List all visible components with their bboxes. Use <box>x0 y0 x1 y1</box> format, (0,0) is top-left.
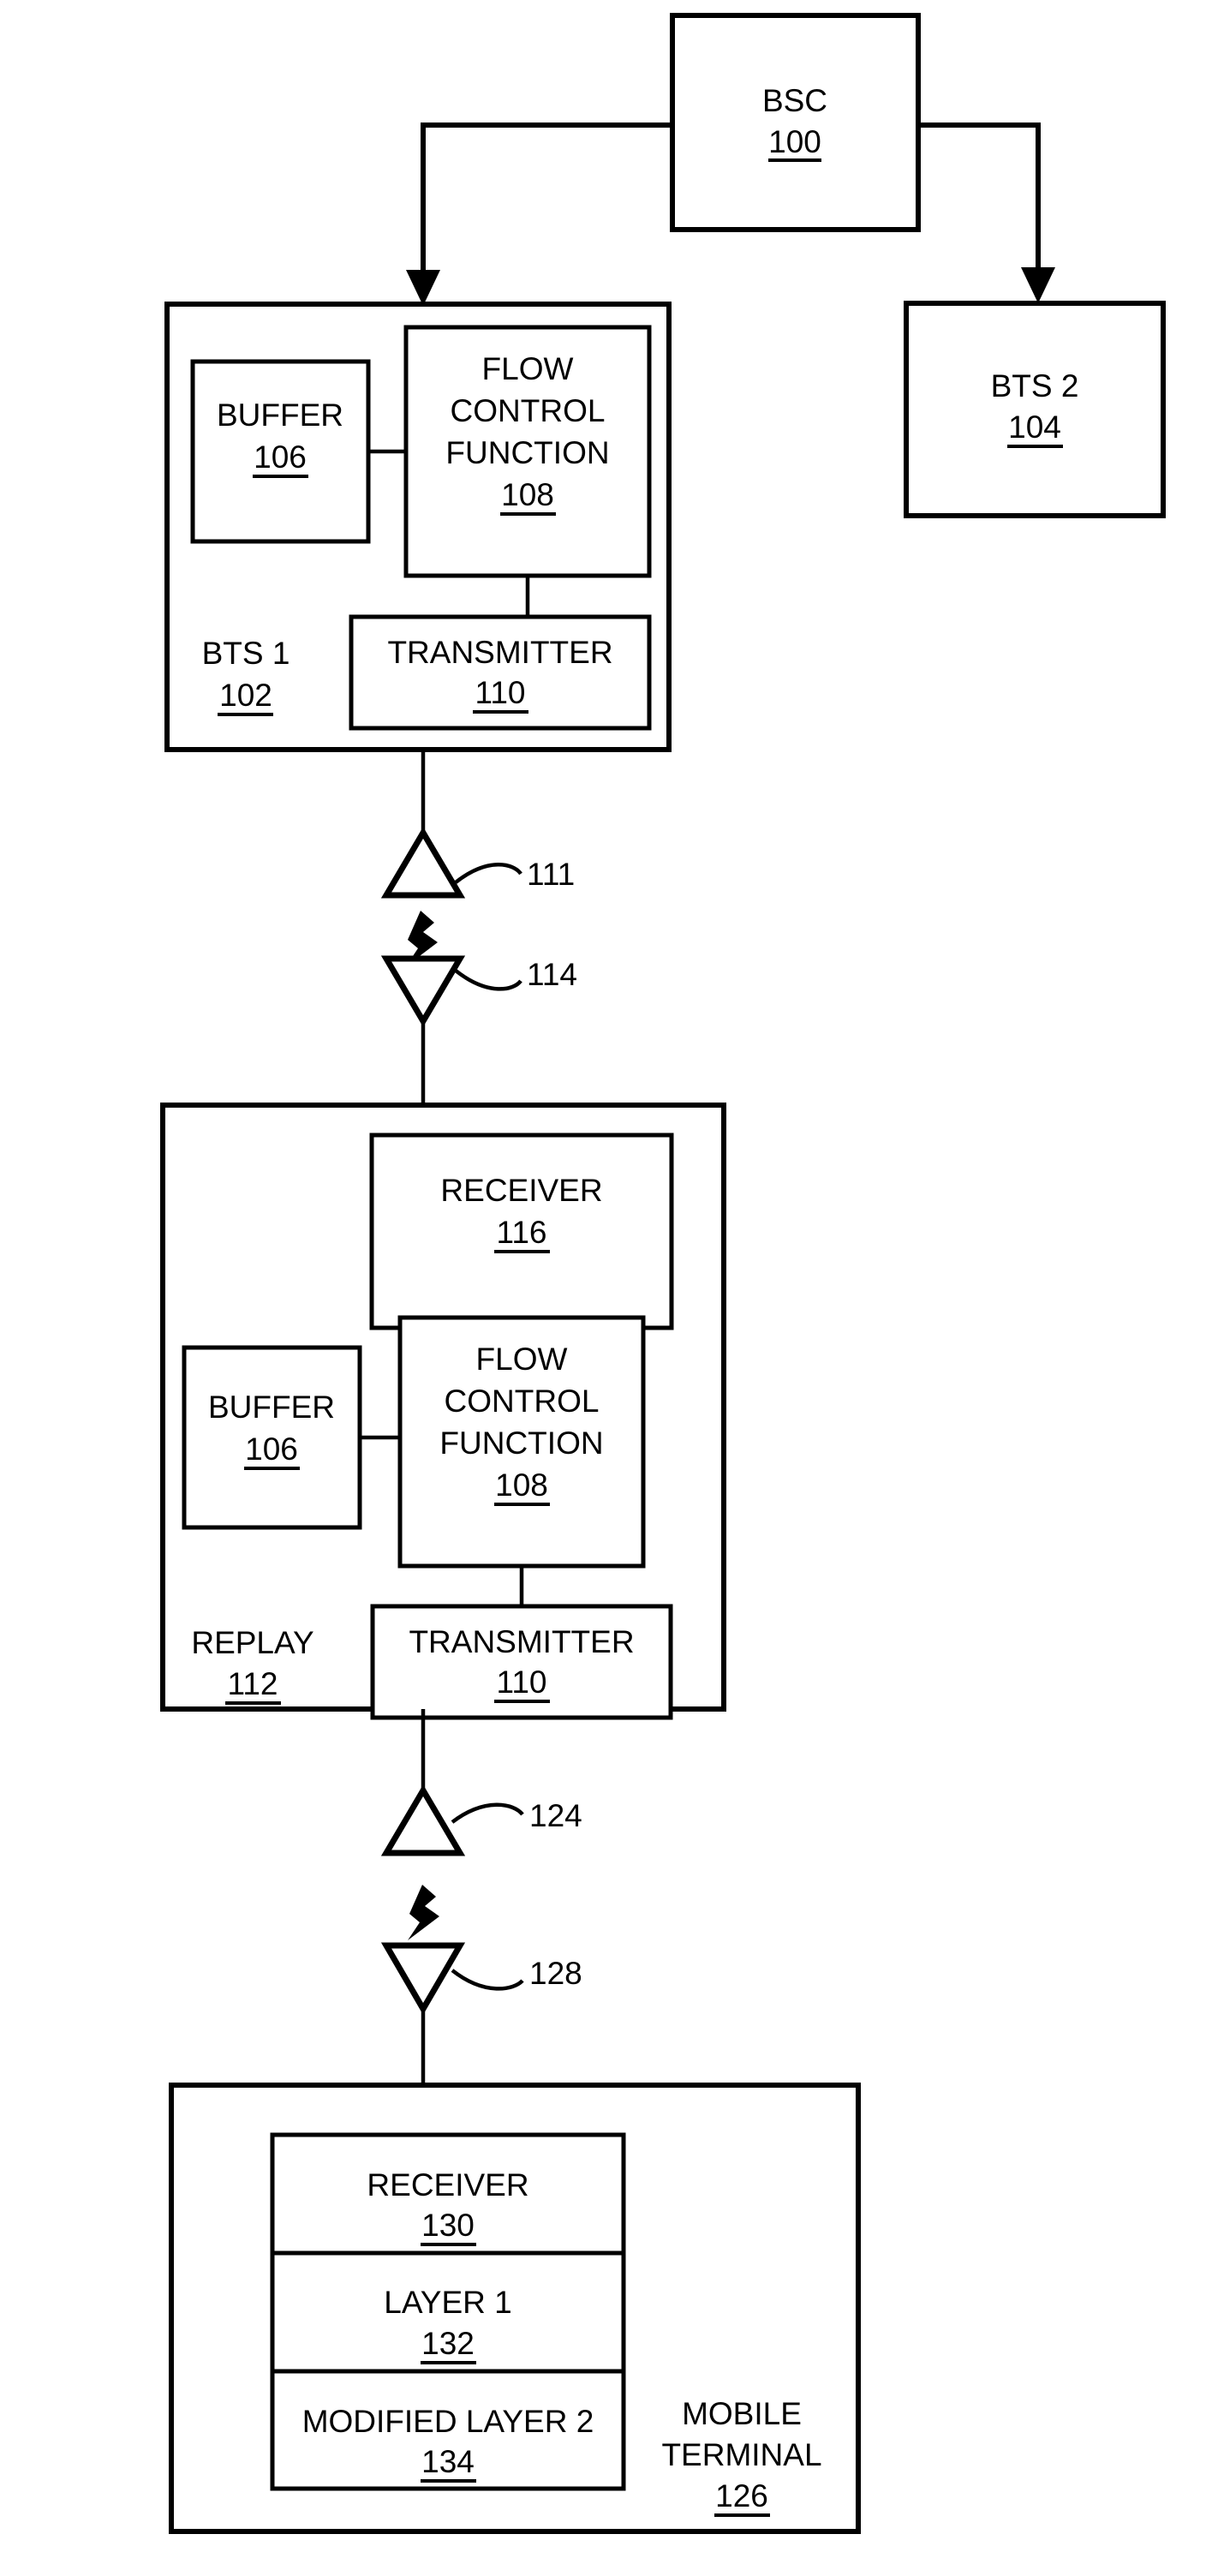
replay-receiver-label: RECEIVER <box>440 1173 602 1208</box>
bsc-bts1-arrowhead <box>406 270 440 306</box>
mt-layer1-label: LAYER 1 <box>384 2285 511 2320</box>
antenna-bts1-tx[interactable]: 111 <box>380 827 575 899</box>
bts1-fcf-line3: FUNCTION <box>445 435 609 470</box>
node-bts2[interactable]: BTS 2 104 <box>904 301 1166 518</box>
replay-fcf-line2: CONTROL <box>445 1384 600 1419</box>
bts1-label: BTS 1 <box>202 636 290 671</box>
replay-receiver-number: 116 <box>497 1215 547 1250</box>
antenna-124-ref: 124 <box>529 1798 582 1833</box>
replay-number: 112 <box>228 1666 278 1701</box>
patent-figure: BSC 100 BUFFER 106 FLOW CONTROL FUNCTION… <box>0 0 1212 2576</box>
mt-layer2-label: MODIFIED LAYER 2 <box>302 2404 594 2439</box>
mt-receiver-label: RECEIVER <box>367 2167 528 2202</box>
node-bsc[interactable]: BSC 100 <box>670 13 921 232</box>
antenna-128-leader <box>451 1969 524 1991</box>
antenna-down-icon-128[interactable] <box>380 1942 466 2015</box>
replay-fcf-number: 108 <box>495 1467 548 1503</box>
node-bts1-transmitter[interactable]: TRANSMITTER 110 <box>349 614 652 731</box>
bts1-fcf-line2: CONTROL <box>451 393 606 428</box>
mobile-terminal-label-line2: TERMINAL <box>661 2437 821 2472</box>
antenna-111-leader <box>454 863 522 884</box>
replay-buffer-number: 106 <box>245 1431 298 1467</box>
antenna-replay-tx[interactable]: 124 <box>380 1784 582 1856</box>
bts1-buffer-number: 106 <box>254 439 307 475</box>
bts2-label: BTS 2 <box>991 368 1079 403</box>
mt-layer2-number: 134 <box>421 2444 475 2479</box>
bsc-label: BSC <box>762 83 827 118</box>
block-diagram-canvas: BSC 100 BUFFER 106 FLOW CONTROL FUNCTION… <box>160 13 1166 2534</box>
rf-bolt-icon-2 <box>408 1885 439 1940</box>
antenna-114-ref: 114 <box>527 957 577 992</box>
antenna-up-icon-111[interactable] <box>380 827 466 899</box>
bts1-transmitter-number: 110 <box>475 675 526 710</box>
node-mobile-terminal[interactable]: RECEIVER 130 LAYER 1 132 MODIFIED LAYER … <box>169 2083 861 2534</box>
bsc-bts1-line <box>421 123 672 284</box>
antenna-124-leader <box>451 1802 524 1824</box>
bts2-number: 104 <box>1008 409 1061 445</box>
antenna-mt-rx[interactable]: 128 <box>380 1942 582 2015</box>
replay-buffer-label: BUFFER <box>208 1390 335 1425</box>
antenna-111-ref: 111 <box>527 857 575 892</box>
bts1-buffer-label: BUFFER <box>217 397 343 433</box>
bsc-bts2-arrowhead <box>1021 267 1055 303</box>
node-replay-transmitter[interactable]: TRANSMITTER 110 <box>370 1604 673 1720</box>
bts1-fcf-number: 108 <box>501 477 554 512</box>
mt-layer1-number: 132 <box>421 2326 475 2361</box>
antenna-up-icon-124[interactable] <box>380 1784 466 1856</box>
replay-fcf-line1: FLOW <box>476 1342 568 1377</box>
replay-transmitter-label: TRANSMITTER <box>409 1624 634 1659</box>
node-bts1-flow-control-function[interactable]: FLOW CONTROL FUNCTION 108 <box>403 325 652 578</box>
bsc-bts2-line <box>918 123 1041 283</box>
bts1-transmitter-label: TRANSMITTER <box>387 635 612 670</box>
node-replay-flow-control-function[interactable]: FLOW CONTROL FUNCTION 108 <box>397 1315 646 1569</box>
antenna-128-ref: 128 <box>529 1956 582 1991</box>
antenna-replay-rx[interactable]: 114 <box>380 955 577 1027</box>
connector-bsc-to-bts1 <box>406 123 672 306</box>
node-replay[interactable]: RECEIVER 116 BUFFER 106 FLOW CONTROL FUN… <box>160 1103 726 1720</box>
bts1-number: 102 <box>219 678 272 713</box>
replay-transmitter-number: 110 <box>497 1665 547 1700</box>
bts1-fcf-line1: FLOW <box>482 351 574 386</box>
node-bts1[interactable]: BUFFER 106 FLOW CONTROL FUNCTION 108 TRA… <box>164 302 672 752</box>
connector-bsc-to-bts2 <box>918 123 1055 303</box>
node-replay-receiver[interactable]: RECEIVER 116 <box>369 1133 674 1330</box>
replay-label: REPLAY <box>191 1625 313 1660</box>
mobile-terminal-label-line1: MOBILE <box>682 2396 802 2431</box>
node-bts1-buffer[interactable]: BUFFER 106 <box>190 359 371 544</box>
replay-fcf-line3: FUNCTION <box>439 1425 603 1461</box>
mobile-terminal-number: 126 <box>715 2478 768 2513</box>
antenna-down-icon-114[interactable] <box>380 955 466 1027</box>
bsc-number: 100 <box>768 124 821 159</box>
antenna-114-leader <box>454 969 522 991</box>
mt-receiver-number: 130 <box>421 2208 475 2243</box>
node-replay-buffer[interactable]: BUFFER 106 <box>182 1345 362 1530</box>
bsc-box[interactable] <box>670 13 921 232</box>
